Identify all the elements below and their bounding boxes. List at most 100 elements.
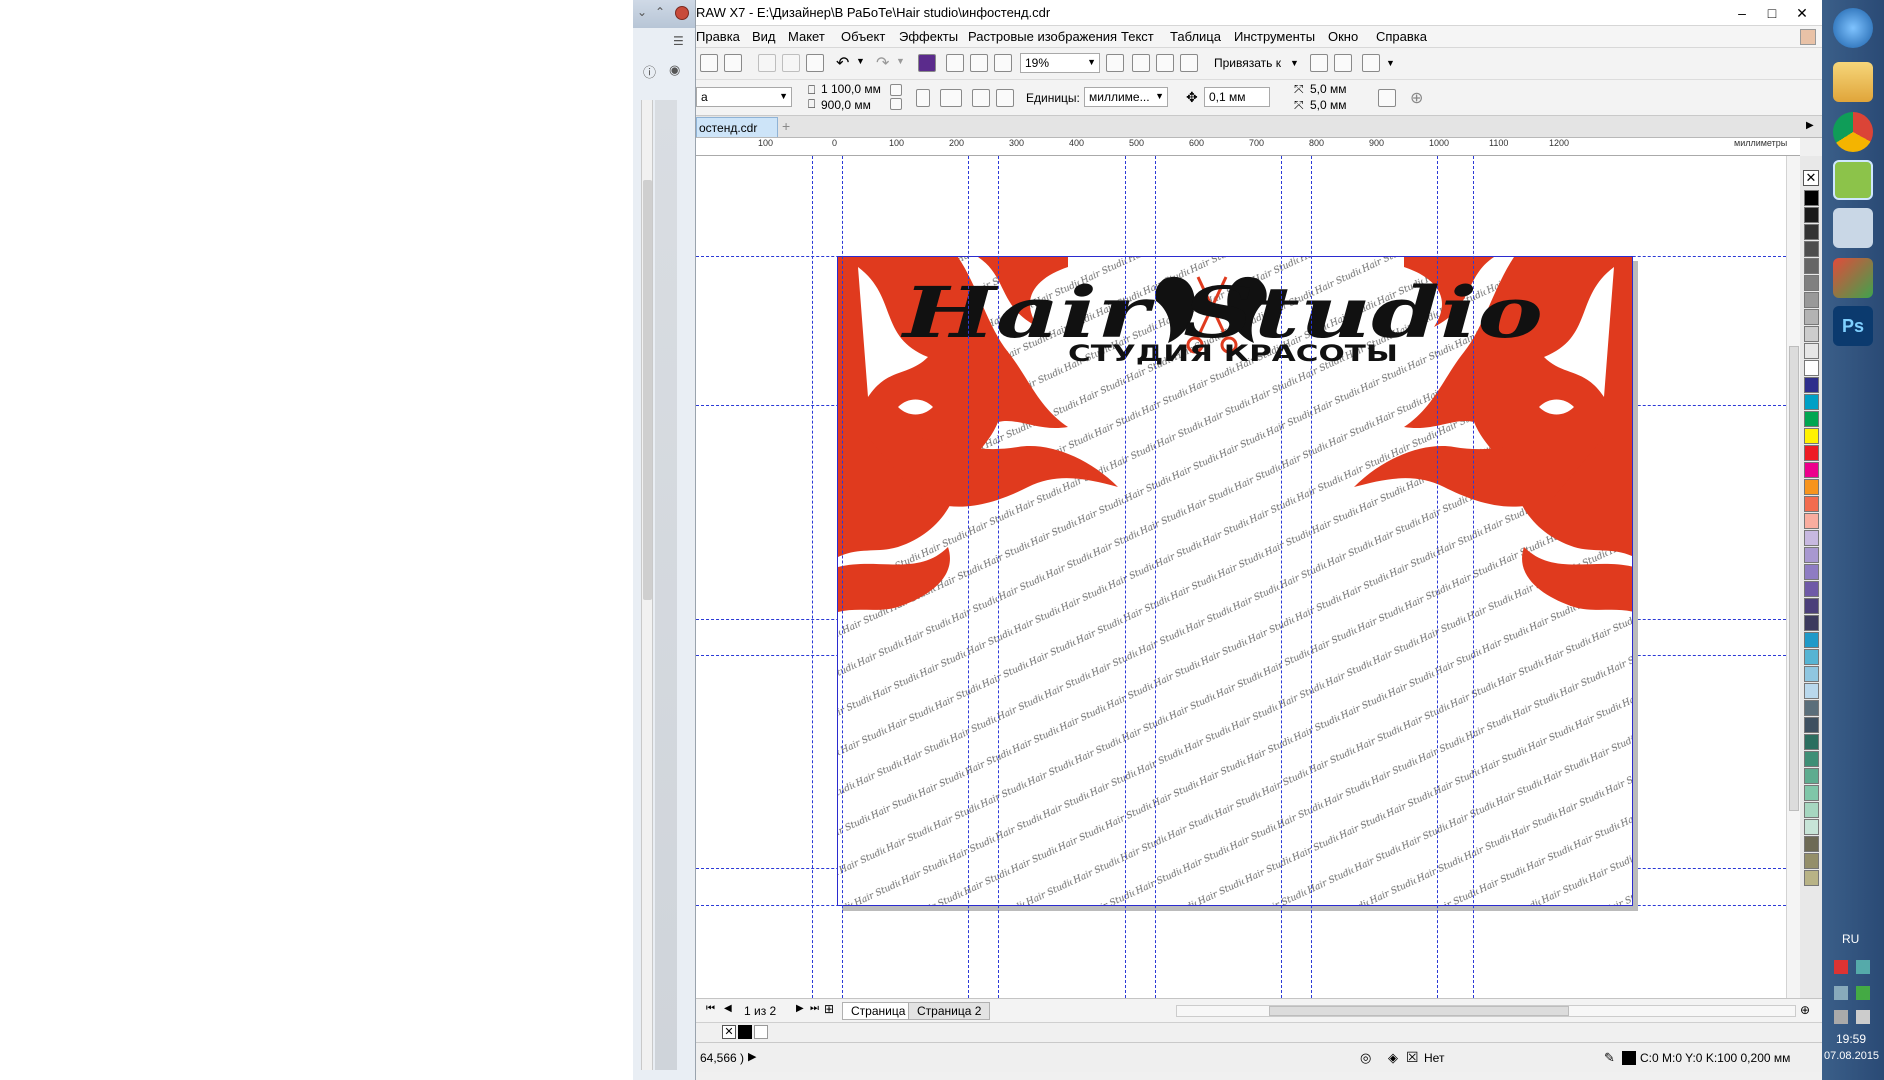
photoshop-icon[interactable]: Ps xyxy=(1833,306,1873,346)
explorer-icon[interactable] xyxy=(1833,62,1873,102)
tray-icon[interactable] xyxy=(1856,1010,1870,1024)
all-pages-icon[interactable] xyxy=(972,89,990,107)
palette-swatch[interactable] xyxy=(1804,734,1819,750)
palette-swatch[interactable] xyxy=(1804,598,1819,614)
hscroll-thumb[interactable] xyxy=(1269,1006,1569,1016)
close-button[interactable]: ✕ xyxy=(1788,2,1816,24)
clock-date[interactable]: 07.08.2015 xyxy=(1824,1050,1879,1062)
import-icon[interactable] xyxy=(946,54,964,72)
palette-swatch[interactable] xyxy=(1804,802,1819,818)
palette-swatch[interactable] xyxy=(1804,479,1819,495)
application-launcher-icon[interactable] xyxy=(1362,54,1380,72)
menu-edit[interactable]: Правка xyxy=(696,29,740,44)
redo-icon[interactable]: ↷ xyxy=(876,53,889,73)
palette-swatch[interactable] xyxy=(1804,530,1819,546)
zoom-dropdown-icon[interactable]: ▼ xyxy=(1087,57,1096,67)
account-icon[interactable] xyxy=(1800,29,1816,45)
palette-swatch[interactable] xyxy=(1804,428,1819,444)
scroll-thumb[interactable] xyxy=(1789,346,1799,811)
current-page-icon[interactable] xyxy=(996,89,1014,107)
duplicate-x-value[interactable]: 5,0 мм xyxy=(1310,82,1347,96)
chrome-icon[interactable] xyxy=(1833,112,1873,152)
palette-swatch[interactable] xyxy=(1804,785,1819,801)
zoom-icon[interactable]: ⊕ xyxy=(1800,1003,1810,1017)
export-icon[interactable] xyxy=(970,54,988,72)
add-page-icon[interactable]: ⊞ xyxy=(824,1002,834,1016)
width-spin-icon[interactable] xyxy=(890,84,902,96)
page-height-value[interactable]: 900,0 мм xyxy=(821,98,871,112)
horizontal-scrollbar[interactable] xyxy=(1176,1005,1796,1017)
palette-swatch[interactable] xyxy=(1804,292,1819,308)
palette-swatch[interactable] xyxy=(1804,326,1819,342)
rulers-icon[interactable] xyxy=(1132,54,1150,72)
first-page-icon[interactable]: ⏮ xyxy=(706,1003,715,1014)
document-tab[interactable]: остенд.cdr xyxy=(696,117,778,137)
palette-swatch[interactable] xyxy=(1804,190,1819,206)
units-dropdown-icon[interactable]: ▼ xyxy=(1155,91,1164,101)
palette-swatch[interactable] xyxy=(1804,768,1819,784)
palette-swatch[interactable] xyxy=(1804,870,1819,886)
publish-icon[interactable] xyxy=(994,54,1012,72)
palette-swatch[interactable] xyxy=(1804,666,1819,682)
black-swatch[interactable] xyxy=(738,1025,752,1039)
portrait-icon[interactable] xyxy=(916,89,930,107)
clock-time[interactable]: 19:59 xyxy=(1836,1032,1866,1046)
palette-swatch[interactable] xyxy=(1804,496,1819,512)
add-icon[interactable]: ⊕ xyxy=(1410,88,1423,108)
palette-swatch[interactable] xyxy=(1804,836,1819,852)
palette-swatch[interactable] xyxy=(1804,411,1819,427)
fill-icon[interactable]: ◈ xyxy=(1388,1050,1398,1066)
palette-swatch[interactable] xyxy=(1804,751,1819,767)
guideline[interactable] xyxy=(968,156,969,998)
tray-icon[interactable] xyxy=(1834,986,1848,1000)
status-play-icon[interactable]: ▶ xyxy=(748,1050,756,1063)
guidelines-icon[interactable] xyxy=(1180,54,1198,72)
tray-icon[interactable] xyxy=(1834,960,1848,974)
collapse-icon[interactable]: ⌄ xyxy=(637,5,647,19)
palette-swatch[interactable] xyxy=(1804,547,1819,563)
palette-swatch[interactable] xyxy=(1804,207,1819,223)
snap-to-dropdown[interactable]: Привязать к xyxy=(1214,56,1281,70)
palette-swatch[interactable] xyxy=(1804,717,1819,733)
close-docker-icon[interactable] xyxy=(675,6,689,20)
calculator-icon[interactable] xyxy=(1833,208,1873,248)
drawing-canvas[interactable]: Hair Studio СТУДИЯ КРАСОТЫ xyxy=(696,156,1786,998)
palette-swatch[interactable] xyxy=(1804,445,1819,461)
none-swatch[interactable]: ✕ xyxy=(722,1025,736,1039)
snap-dropdown-icon[interactable]: ▼ xyxy=(1290,58,1299,68)
palette-swatch[interactable] xyxy=(1804,241,1819,257)
horizontal-ruler[interactable]: 100 0 100 200 300 400 500 600 700 800 90… xyxy=(696,138,1800,156)
guideline[interactable] xyxy=(998,156,999,998)
menu-layout[interactable]: Макет xyxy=(788,29,825,44)
palette-swatch[interactable] xyxy=(1804,649,1819,665)
page-preset-field[interactable]: а ▼ xyxy=(696,87,792,107)
undo-icon[interactable]: ↶ xyxy=(836,53,849,73)
vertical-scrollbar[interactable] xyxy=(1786,156,1800,998)
full-screen-icon[interactable] xyxy=(1106,54,1124,72)
palette-swatch[interactable] xyxy=(1804,581,1819,597)
menu-bitmaps[interactable]: Растровые изображения xyxy=(968,29,1117,44)
minimize-button[interactable]: – xyxy=(1728,2,1756,24)
white-swatch[interactable] xyxy=(754,1025,768,1039)
menu-object[interactable]: Объект xyxy=(841,29,885,44)
palette-swatch[interactable] xyxy=(1804,564,1819,580)
palette-swatch[interactable] xyxy=(1804,513,1819,529)
palette-swatch[interactable] xyxy=(1804,309,1819,325)
palette-swatch[interactable] xyxy=(1804,360,1819,376)
palette-swatch[interactable] xyxy=(1804,258,1819,274)
align-icon[interactable] xyxy=(1334,54,1352,72)
save-icon[interactable] xyxy=(700,54,718,72)
color-proof-icon[interactable]: ◎ xyxy=(1360,1050,1371,1066)
menu-window[interactable]: Окно xyxy=(1328,29,1358,44)
guideline[interactable] xyxy=(1155,156,1156,998)
docker-scrollbar[interactable] xyxy=(641,100,653,1070)
coreldraw-icon[interactable] xyxy=(1833,160,1873,200)
info-icon[interactable]: ⓘ xyxy=(643,62,656,81)
guideline[interactable] xyxy=(842,156,843,998)
menu-icon[interactable]: ☰ xyxy=(673,34,684,48)
copy-icon[interactable] xyxy=(782,54,800,72)
guideline[interactable] xyxy=(1437,156,1438,998)
height-spin-icon[interactable] xyxy=(890,98,902,110)
user-icon[interactable]: ◉ xyxy=(669,62,680,78)
zoom-level-field[interactable]: 19% ▼ xyxy=(1020,53,1100,73)
